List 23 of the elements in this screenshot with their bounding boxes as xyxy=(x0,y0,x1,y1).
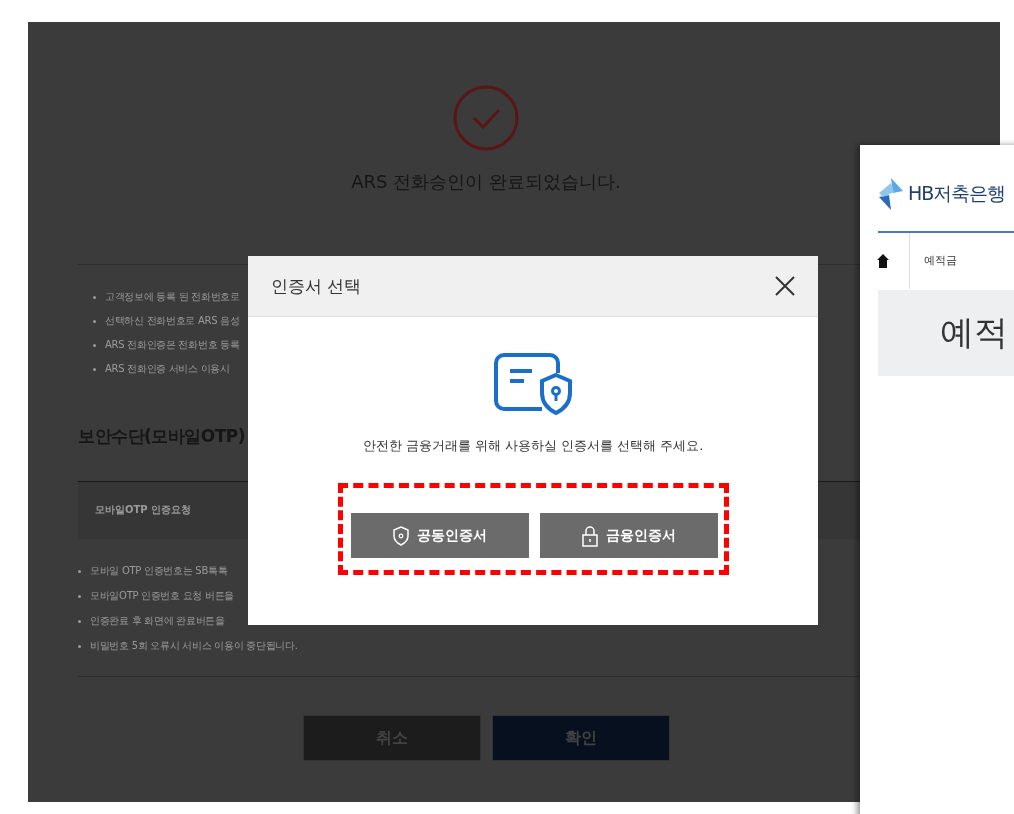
dialog-title: 인증서 선택 xyxy=(271,274,362,298)
bank-logo-text: HB저축은행 xyxy=(908,181,1006,206)
notice-text: 고객정보에 등록 된 전화번호로 xyxy=(93,291,240,303)
notice-text: 비밀번호 5회 오류시 서비스 이용이 중단됩니다. xyxy=(78,640,298,652)
notice-text: 모바일 OTP 인증번호는 SB톡톡 xyxy=(78,565,228,577)
table-header-cell: 모바일OTP 인증요청 xyxy=(95,503,192,517)
notice-text: 모바일OTP 인증번호 요청 버튼을 xyxy=(78,590,235,602)
check-circle-icon xyxy=(452,84,520,152)
notice-text: 선택하신 전화번호로 ARS 음성 xyxy=(93,315,240,327)
notice-text: ARS 전화인증은 전화번호 등록 xyxy=(93,339,240,351)
notice-text: 인증완료 후 화면에 완료버튼을 xyxy=(78,615,225,627)
breadcrumb-link[interactable]: 예적금 xyxy=(909,233,957,289)
joint-certificate-button[interactable]: 공동인증서 xyxy=(350,513,529,558)
shield-icon xyxy=(392,525,409,546)
home-icon[interactable] xyxy=(877,254,889,268)
page-heading: 예적 xyxy=(940,311,1008,354)
notice-text: ARS 전화인증 서비스 이용시 xyxy=(93,363,230,375)
close-icon[interactable] xyxy=(774,275,796,297)
lock-icon xyxy=(581,524,598,547)
certificate-shield-icon xyxy=(494,353,572,415)
dialog-message: 안전한 금융거래를 위해 사용하실 인증서를 선택해 주세요. xyxy=(362,437,704,455)
financial-certificate-button[interactable]: 금융인증서 xyxy=(539,513,718,558)
logo-icon xyxy=(878,177,904,211)
